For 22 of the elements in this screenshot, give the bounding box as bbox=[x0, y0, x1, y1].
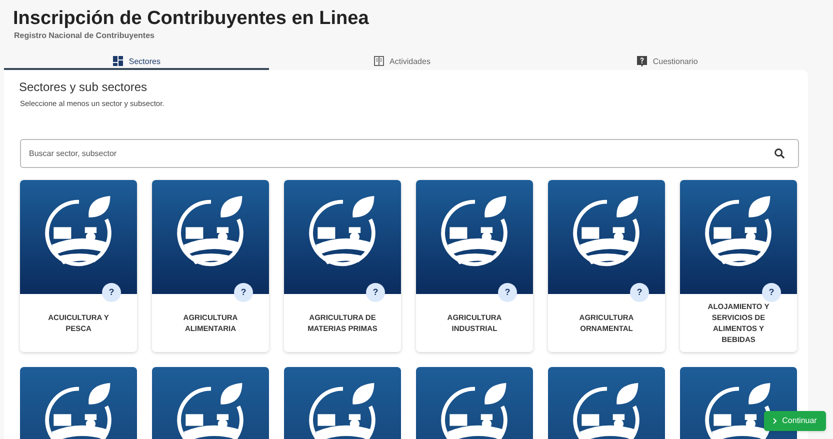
help-button[interactable]: ? bbox=[762, 283, 781, 302]
question-icon bbox=[636, 56, 647, 67]
grid-icon bbox=[112, 56, 123, 66]
page-title: Inscripción de Contribuyentes en Linea bbox=[13, 8, 370, 30]
help-button[interactable]: ? bbox=[630, 283, 649, 302]
sector-image[interactable] bbox=[20, 367, 137, 439]
section-title: Sectores y sub sectores bbox=[19, 79, 148, 96]
search-icon[interactable] bbox=[774, 148, 785, 160]
help-button[interactable]: ? bbox=[234, 283, 253, 302]
sector-image[interactable] bbox=[548, 367, 665, 439]
book-icon bbox=[374, 56, 384, 66]
tab[interactable]: Actividades bbox=[269, 56, 535, 70]
sector-image[interactable] bbox=[152, 367, 269, 439]
sector-image[interactable] bbox=[284, 367, 401, 439]
help-button[interactable]: ? bbox=[102, 283, 121, 302]
help-button[interactable]: ? bbox=[366, 283, 385, 302]
tab[interactable]: Cuestionario bbox=[534, 56, 800, 70]
page-subtitle: Registro Nacional de Contribuyentes bbox=[14, 30, 156, 42]
sector-image[interactable] bbox=[416, 367, 533, 439]
chevron-icon bbox=[773, 418, 778, 424]
help-button[interactable]: ? bbox=[498, 283, 517, 302]
search-field[interactable]: Buscar sector, subsector bbox=[20, 139, 799, 168]
